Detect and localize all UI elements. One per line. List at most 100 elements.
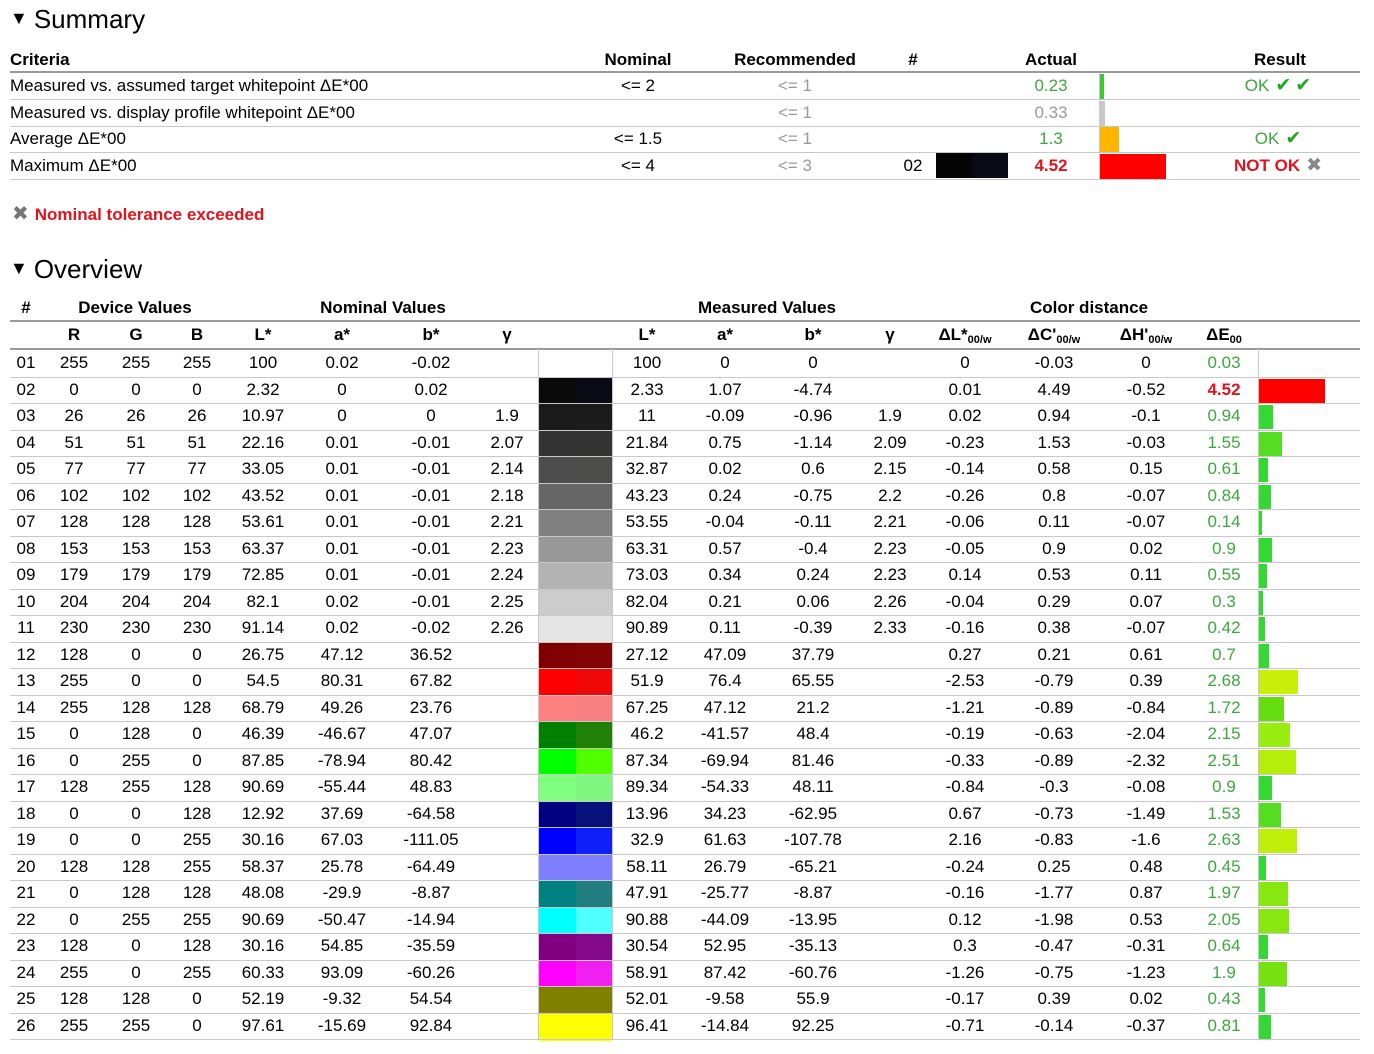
overview-row-divider <box>10 377 1360 378</box>
measured-b: -13.95 <box>788 910 838 929</box>
device-g: 255 <box>121 910 151 929</box>
nominal-l: 30.16 <box>241 830 285 849</box>
measured-a: 0.57 <box>708 539 742 558</box>
delta-e-bar <box>1259 405 1273 429</box>
measured-l: 27.12 <box>625 645 669 664</box>
nominal-b: -0.01 <box>411 459 451 478</box>
delta-l: -0.23 <box>945 433 985 452</box>
nominal-a: -55.44 <box>317 777 367 796</box>
measured-a: -0.04 <box>705 512 745 531</box>
row-number: 15 <box>16 724 36 743</box>
nominal-l: 12.92 <box>241 804 285 823</box>
delta-c: 0.53 <box>1037 565 1071 584</box>
summary-actual: 0.23 <box>1034 76 1068 95</box>
delta-e: 1.53 <box>1207 804 1241 823</box>
delta-l: -0.16 <box>945 883 985 902</box>
row-number: 11 <box>17 618 35 637</box>
overview-row-divider <box>10 695 1360 696</box>
swatch-measured <box>576 934 612 961</box>
measured-gamma: 2.09 <box>873 433 907 452</box>
swatch-measured <box>576 351 612 378</box>
delta-c: -1.77 <box>1034 883 1074 902</box>
nominal-b: 80.42 <box>409 751 453 770</box>
measured-l: 43.23 <box>625 486 669 505</box>
summary-criteria: Maximum ΔE*00 <box>10 156 137 175</box>
measured-l: 52.01 <box>625 989 669 1008</box>
collapse-triangle-icon: ▼ <box>10 8 28 28</box>
summary-header-nominal: Nominal <box>604 50 672 69</box>
device-r: 179 <box>59 565 89 584</box>
device-g: 0 <box>131 963 141 982</box>
device-r: 0 <box>69 804 79 823</box>
delta-h: 0.53 <box>1129 910 1163 929</box>
swatch-nominal <box>539 722 576 749</box>
row-number: 21 <box>16 883 36 902</box>
delta-e-bar <box>1259 432 1282 456</box>
swatch-measured <box>576 404 612 431</box>
nominal-b: 0 <box>426 406 436 425</box>
nominal-a: 0.02 <box>325 592 359 611</box>
measured-gamma: 2.23 <box>873 539 907 558</box>
device-b: 0 <box>192 724 202 743</box>
swatch-measured <box>576 961 612 988</box>
nominal-a: 0.01 <box>325 433 359 452</box>
measured-a: 1.07 <box>708 380 742 399</box>
nominal-a: 93.09 <box>320 963 364 982</box>
overview-row-divider <box>10 430 1360 431</box>
measured-gamma: 1.9 <box>878 406 902 425</box>
device-r: 0 <box>69 751 79 770</box>
row-number: 26 <box>16 1016 36 1035</box>
measured-a: 61.63 <box>703 830 747 849</box>
measured-a: -41.57 <box>700 724 750 743</box>
delta-c: 4.49 <box>1037 380 1071 399</box>
delta-l: -0.84 <box>945 777 985 796</box>
delta-c: 0.29 <box>1037 592 1071 611</box>
row-number: 06 <box>16 486 36 505</box>
measured-gamma: 2.26 <box>873 592 907 611</box>
nominal-a: -46.67 <box>317 724 367 743</box>
overview-header-measured-values: Measured Values <box>698 298 836 317</box>
measured-l: 89.34 <box>625 777 669 796</box>
delta-e-bar <box>1259 803 1281 827</box>
row-number: 20 <box>16 857 36 876</box>
measured-b: 0.6 <box>801 459 825 478</box>
swatch-nominal <box>539 431 576 458</box>
overview-row-divider <box>10 774 1360 775</box>
summary-criteria: Measured vs. assumed target whitepoint Δ… <box>10 76 369 95</box>
nominal-a: 0.02 <box>325 353 359 372</box>
delta-c: 0.11 <box>1038 512 1070 531</box>
swatch-nominal <box>539 1014 576 1041</box>
measured-a: -44.09 <box>700 910 750 929</box>
summary-section-toggle[interactable]: ▼ Summary <box>10 2 145 35</box>
nominal-l: 63.37 <box>241 539 285 558</box>
device-b: 153 <box>182 539 212 558</box>
row-number: 25 <box>16 989 36 1008</box>
nominal-a: 54.85 <box>320 936 364 955</box>
overview-row-divider <box>10 960 1360 961</box>
delta-l: 0.12 <box>948 910 982 929</box>
measured-a: -54.33 <box>700 777 750 796</box>
measured-b: 0.06 <box>796 592 830 611</box>
delta-l: -0.26 <box>945 486 985 505</box>
delta-h: 0.15 <box>1129 459 1163 478</box>
summary-header-recommended: Recommended <box>734 50 856 69</box>
overview-subheader: b* <box>422 325 440 344</box>
overview-section-toggle[interactable]: ▼ Overview <box>10 252 142 285</box>
distance-header-sub: 00/w <box>1056 334 1081 346</box>
swatch-nominal <box>539 696 576 723</box>
row-number: 03 <box>16 406 36 425</box>
device-b: 179 <box>182 565 212 584</box>
measured-a: 34.23 <box>703 804 747 823</box>
nominal-b: -0.02 <box>411 618 451 637</box>
swatch-measured <box>576 802 612 829</box>
swatch-nominal <box>539 908 576 935</box>
summary-result-label: OK <box>1254 129 1280 148</box>
overview-swatch-right-border <box>612 349 613 1040</box>
summary-bar-axis <box>1099 153 1100 180</box>
device-b: 230 <box>182 618 212 637</box>
summary-bar-axis <box>1099 73 1100 100</box>
device-r: 128 <box>59 857 89 876</box>
measured-a: 0.34 <box>708 565 742 584</box>
summary-header-divider <box>10 71 1360 73</box>
nominal-b: -0.01 <box>411 433 451 452</box>
